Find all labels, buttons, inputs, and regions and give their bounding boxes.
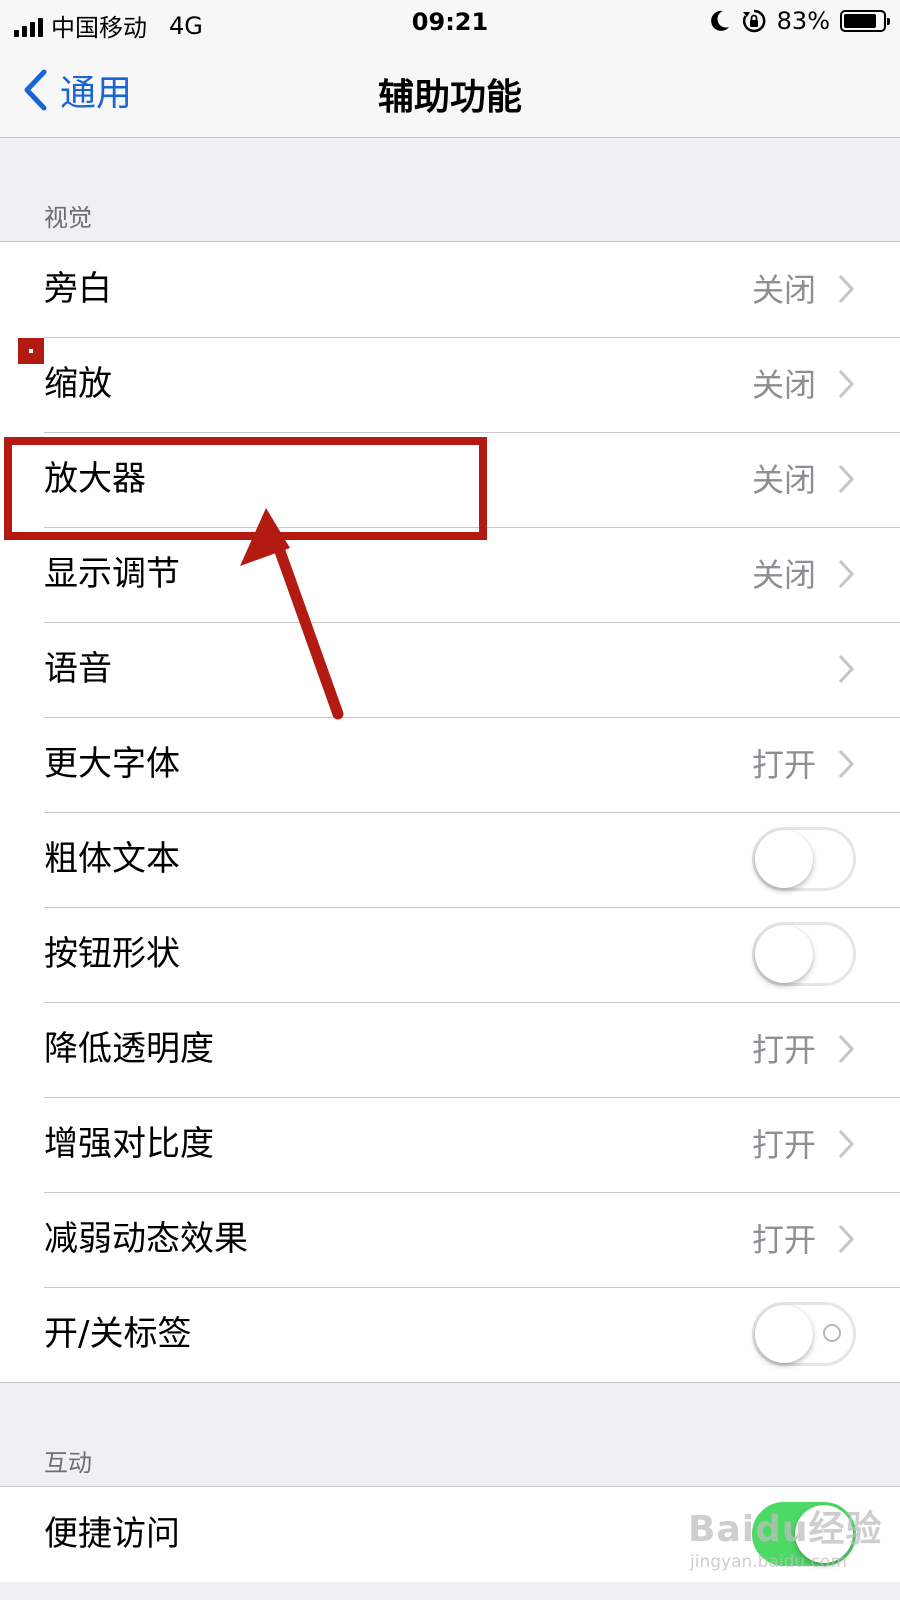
row-label: 增强对比度 bbox=[44, 1124, 214, 1164]
bold-text-toggle[interactable] bbox=[752, 827, 856, 891]
page-title: 辅助功能 bbox=[377, 77, 522, 118]
row-value: 打开 bbox=[751, 746, 816, 784]
row-label: 便捷访问 bbox=[44, 1514, 180, 1554]
chevron-right-icon bbox=[838, 559, 855, 589]
watermark-logo: Baidu经验 bbox=[688, 1509, 883, 1550]
row-value: 打开 bbox=[751, 1126, 816, 1164]
row-label: 开/关标签 bbox=[44, 1314, 192, 1354]
battery-percent: 83% bbox=[776, 7, 830, 35]
rotation-lock-icon bbox=[742, 9, 766, 33]
moon-icon bbox=[710, 10, 729, 31]
row-reduce-transparency[interactable]: 降低透明度 打开 bbox=[0, 1002, 900, 1097]
row-label: 显示调节 bbox=[44, 554, 180, 594]
row-larger-text[interactable]: 更大字体 打开 bbox=[0, 717, 900, 812]
chevron-right-icon bbox=[838, 274, 855, 304]
row-value: 关闭 bbox=[751, 461, 816, 499]
button-shapes-toggle[interactable] bbox=[752, 922, 856, 986]
section-header-vision: 视觉 bbox=[44, 204, 92, 232]
chevron-right-icon bbox=[838, 1034, 855, 1064]
chevron-right-icon bbox=[838, 654, 855, 684]
row-value: 关闭 bbox=[751, 556, 816, 594]
chevron-right-icon bbox=[838, 749, 855, 779]
annotation-marker bbox=[18, 338, 44, 364]
settings-group-vision: 旁白 关闭 缩放 关闭 放大器 关闭 显示调节 关闭 语音 更大字体 打开 粗体… bbox=[0, 241, 900, 1383]
off-label-icon bbox=[823, 1324, 841, 1342]
row-label: 更大字体 bbox=[44, 744, 180, 784]
status-right: 83% bbox=[709, 7, 890, 35]
status-bar: 中国移动 4G 09:21 83% bbox=[0, 0, 900, 44]
row-label: 降低透明度 bbox=[44, 1029, 214, 1069]
row-speech[interactable]: 语音 bbox=[0, 622, 900, 717]
row-bold-text: 粗体文本 bbox=[0, 812, 900, 907]
toggle-knob bbox=[755, 830, 813, 888]
battery-icon bbox=[840, 10, 890, 32]
chevron-right-icon bbox=[838, 1129, 855, 1159]
row-value: 打开 bbox=[751, 1221, 816, 1259]
on-off-labels-toggle[interactable] bbox=[752, 1302, 856, 1366]
chevron-right-icon bbox=[838, 369, 855, 399]
watermark-url: jingyan.baidu.com bbox=[690, 1552, 847, 1572]
row-value: 打开 bbox=[751, 1031, 816, 1069]
annotation-highlight-box bbox=[4, 437, 487, 540]
section-header-interaction: 互动 bbox=[44, 1449, 92, 1477]
row-display-accommodations[interactable]: 显示调节 关闭 bbox=[0, 527, 900, 622]
row-value: 关闭 bbox=[751, 271, 816, 309]
row-voiceover[interactable]: 旁白 关闭 bbox=[0, 242, 900, 337]
chevron-right-icon bbox=[838, 1224, 855, 1254]
row-increase-contrast[interactable]: 增强对比度 打开 bbox=[0, 1097, 900, 1192]
row-label: 缩放 bbox=[44, 364, 112, 404]
row-label: 旁白 bbox=[44, 269, 112, 309]
toggle-knob bbox=[755, 1305, 813, 1363]
row-on-off-labels: 开/关标签 bbox=[0, 1287, 900, 1382]
row-value: 关闭 bbox=[751, 366, 816, 404]
toggle-knob bbox=[755, 925, 813, 983]
row-label: 减弱动态效果 bbox=[44, 1219, 248, 1259]
row-label: 语音 bbox=[44, 649, 112, 689]
row-reduce-motion[interactable]: 减弱动态效果 打开 bbox=[0, 1192, 900, 1287]
row-label: 粗体文本 bbox=[44, 839, 180, 879]
row-label: 按钮形状 bbox=[44, 934, 180, 974]
row-zoom[interactable]: 缩放 关闭 bbox=[0, 337, 900, 432]
navigation-bar: 通用 辅助功能 bbox=[0, 44, 900, 138]
chevron-right-icon bbox=[838, 464, 855, 494]
row-button-shapes: 按钮形状 bbox=[0, 907, 900, 1002]
watermark: Baidu经验 jingyan.baidu.com bbox=[688, 1500, 888, 1595]
